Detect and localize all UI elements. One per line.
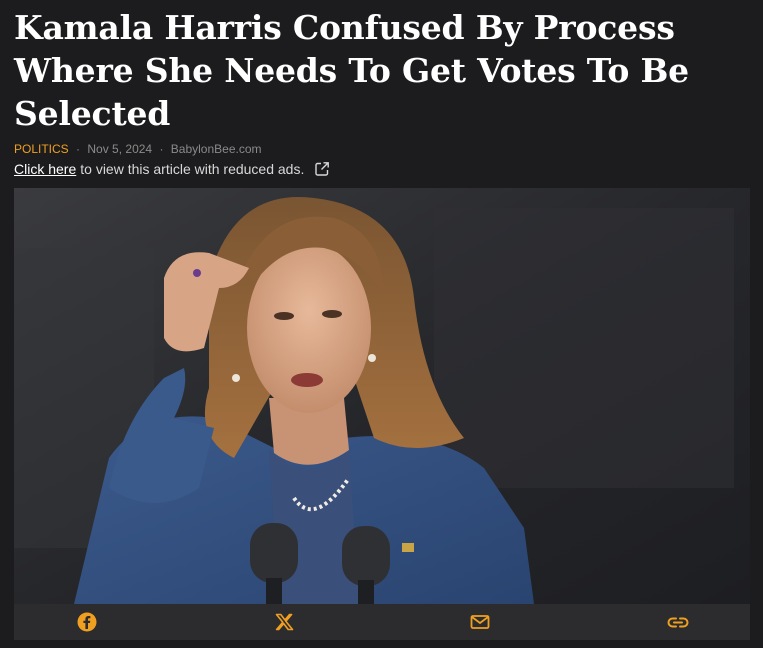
reduced-ads-link[interactable]: Click here — [14, 161, 76, 177]
meta-separator: · — [159, 142, 164, 156]
article-source: BabylonBee.com — [170, 142, 262, 156]
x-icon[interactable] — [274, 612, 294, 632]
facebook-icon[interactable] — [77, 612, 97, 632]
article-meta: POLITICS · Nov 5, 2024 · BabylonBee.com — [14, 142, 262, 156]
external-link-icon[interactable] — [314, 161, 330, 177]
article-date: Nov 5, 2024 — [87, 142, 153, 156]
article-title: Kamala Harris Confused By Process Where … — [14, 8, 689, 133]
article-photo — [14, 188, 750, 604]
article-category[interactable]: POLITICS — [14, 142, 69, 156]
reduced-ads-notice: Click here to view this article with red… — [14, 161, 330, 177]
share-bar — [14, 604, 750, 640]
reduced-ads-text: to view this article with reduced ads. — [80, 161, 305, 177]
meta-separator: · — [76, 142, 81, 156]
article-page: Kamala Harris Confused By Process Where … — [0, 0, 763, 648]
email-icon[interactable] — [470, 612, 490, 632]
copy-link-icon[interactable] — [666, 612, 690, 632]
